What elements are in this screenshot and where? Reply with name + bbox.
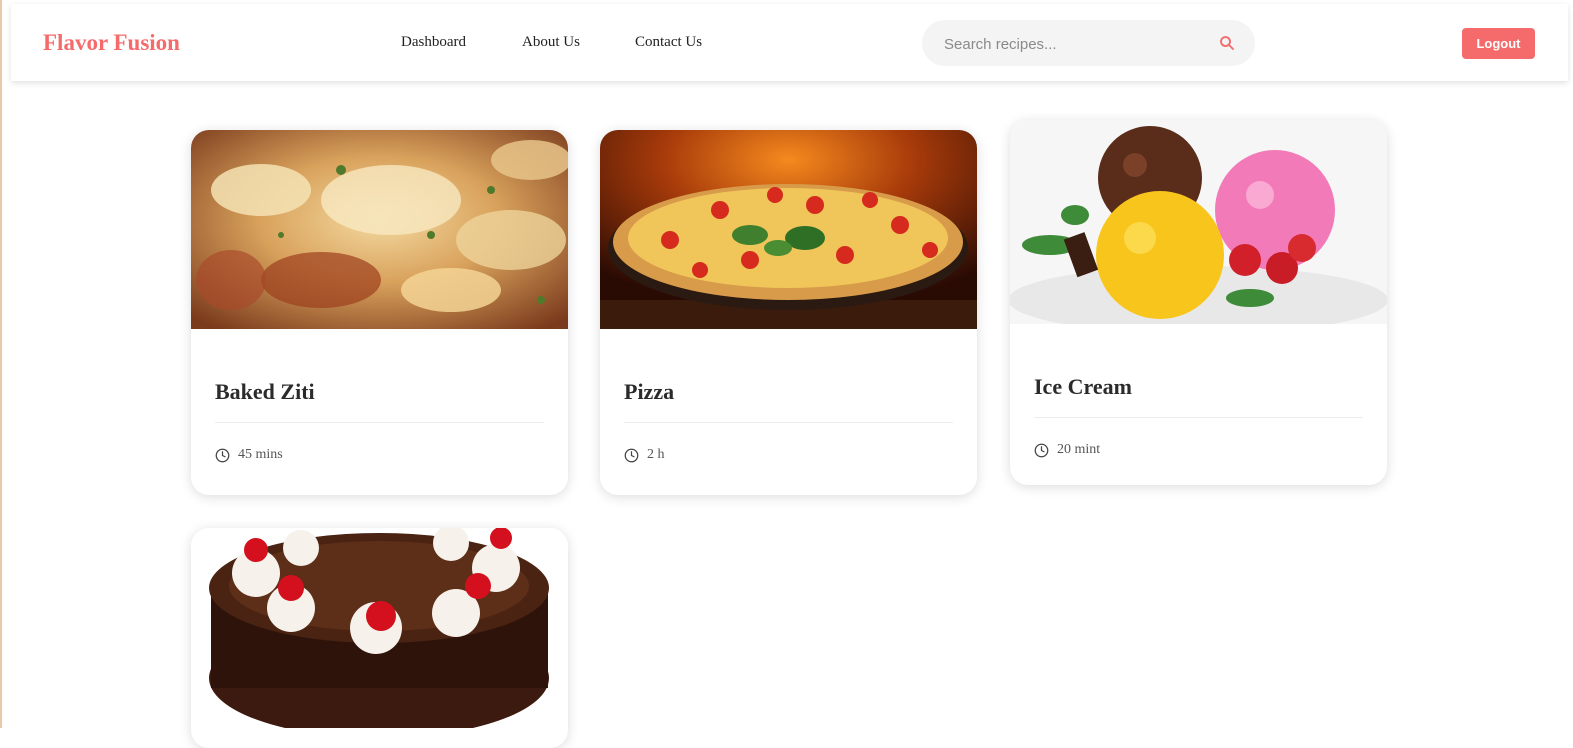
nav-link-about-us[interactable]: About Us — [522, 34, 580, 51]
recipe-time-label: 2 h — [647, 447, 665, 462]
clock-icon — [624, 448, 639, 462]
recipe-card-ice-cream[interactable]: Ice Cream 20 mint — [1010, 120, 1387, 485]
recipe-title: Pizza — [624, 329, 953, 423]
recipe-image-ice-cream — [1010, 120, 1387, 324]
brand-logo[interactable]: Flavor Fusion — [43, 30, 180, 56]
recipe-image-baked-ziti — [191, 130, 568, 329]
recipe-title: Baked Ziti — [215, 329, 544, 423]
logout-button[interactable]: Logout — [1462, 28, 1535, 59]
nav-link-contact-us[interactable]: Contact Us — [635, 34, 702, 51]
recipe-time-label: 20 mint — [1057, 442, 1101, 457]
recipe-card-cake[interactable] — [191, 528, 568, 748]
recipe-time-label: 45 mins — [238, 447, 283, 462]
clock-icon — [215, 448, 230, 462]
recipe-card-pizza[interactable]: Pizza 2 h — [600, 130, 977, 495]
recipe-title: Ice Cream — [1034, 324, 1363, 418]
navbar: Flavor Fusion Dashboard About Us Contact… — [11, 4, 1568, 81]
recipe-image-pizza — [600, 130, 977, 329]
search-input[interactable] — [942, 33, 1206, 55]
search-box — [922, 20, 1255, 66]
recipe-time: 2 h — [624, 447, 953, 463]
recipe-image-cake — [191, 528, 568, 728]
search-icon[interactable] — [1218, 34, 1236, 52]
nav-link-dashboard[interactable]: Dashboard — [401, 34, 466, 51]
recipe-time: 20 mint — [1034, 442, 1363, 458]
recipe-card-baked-ziti[interactable]: Baked Ziti 45 mins — [191, 130, 568, 495]
clock-icon — [1034, 443, 1049, 457]
recipe-time: 45 mins — [215, 447, 544, 463]
